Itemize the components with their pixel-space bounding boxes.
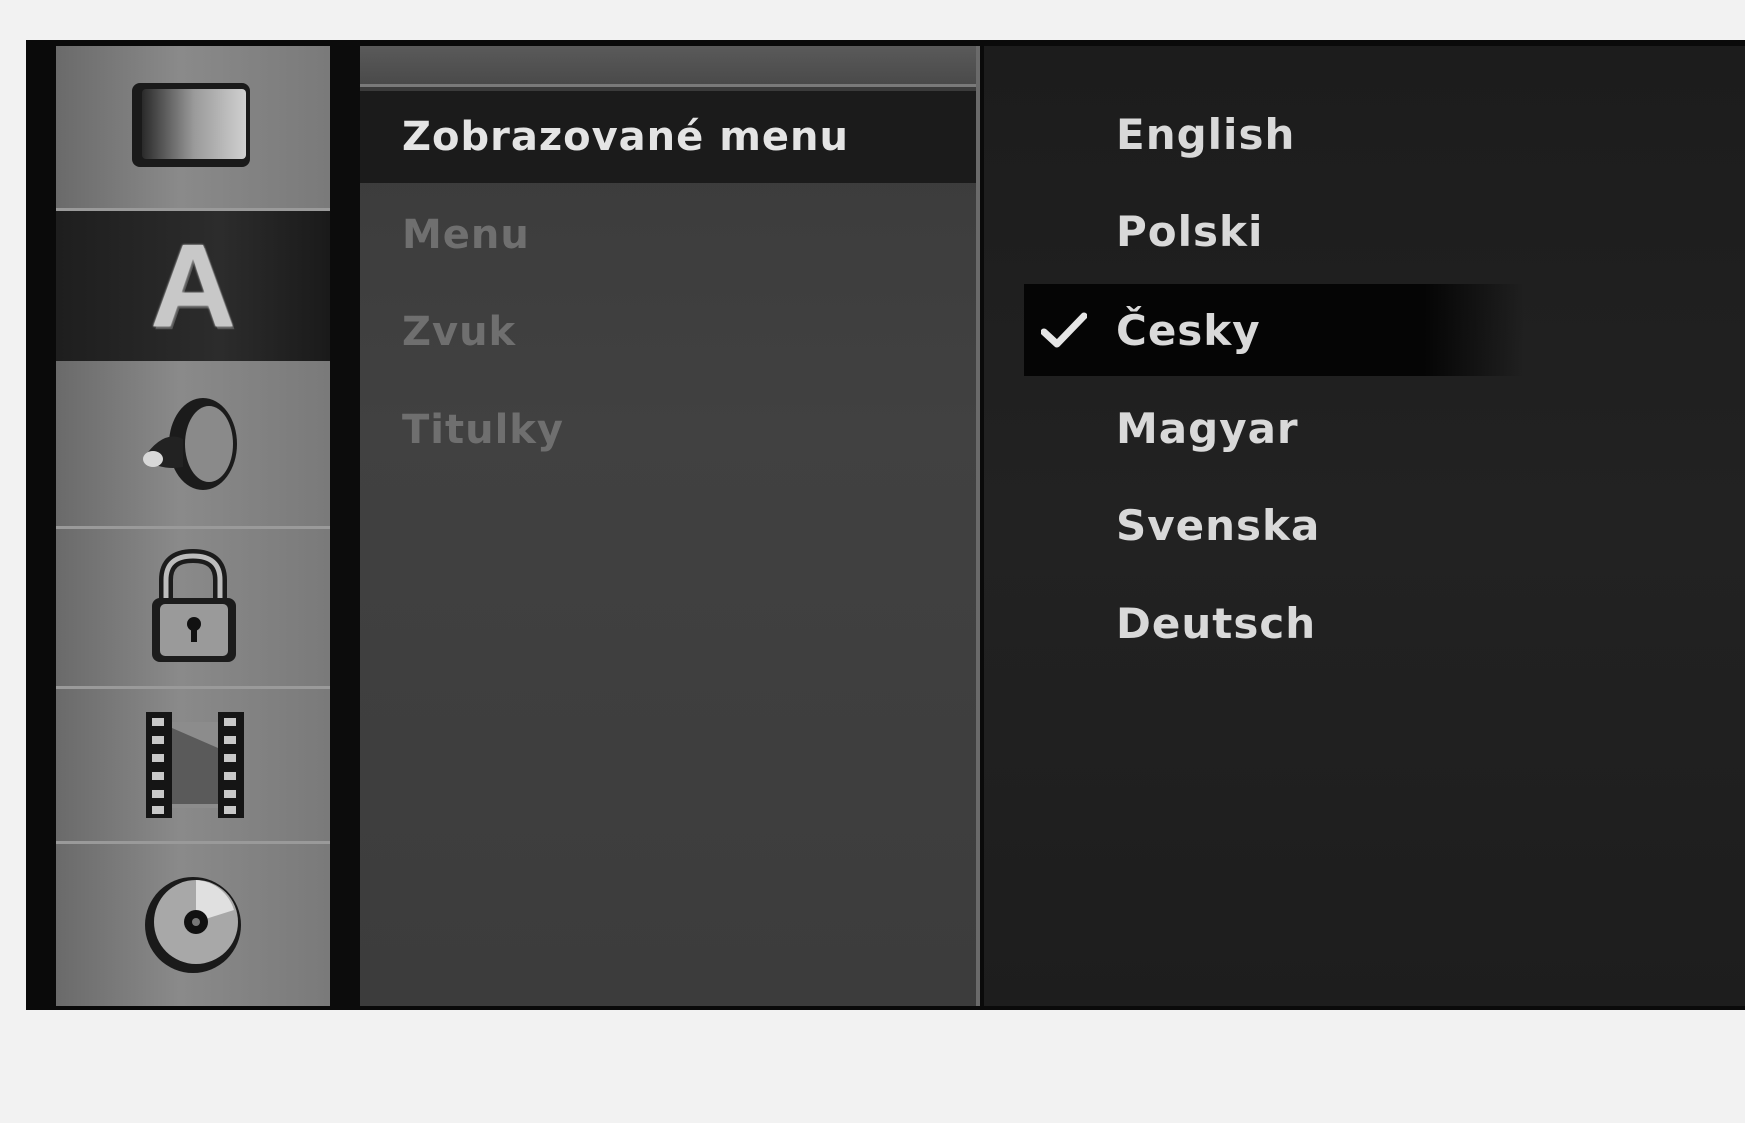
option-label: Česky — [1116, 305, 1261, 355]
option-label: English — [1116, 109, 1296, 159]
film-strip-icon — [146, 711, 244, 818]
option-english[interactable]: English — [1024, 88, 1524, 180]
lock-icon — [152, 548, 236, 662]
option-deutsch[interactable]: Deutsch — [1024, 577, 1524, 669]
menu-header-bar — [360, 46, 976, 87]
language-menu-column: Zobrazované menu Menu Zvuk Titulky — [360, 46, 980, 1006]
option-label: Svenska — [1116, 500, 1321, 550]
option-cesky[interactable]: Česky — [1024, 284, 1524, 376]
dvd-setup-screen: A Zobrazované menu Menu Zvuk Titulky Eng… — [26, 40, 1745, 1010]
tv-screen-icon — [132, 83, 250, 167]
disc-icon — [145, 877, 241, 973]
sidebar-item-audio[interactable] — [56, 361, 330, 529]
option-polski[interactable]: Polski — [1024, 185, 1524, 277]
sidebar-item-language[interactable]: A — [56, 211, 330, 361]
sidebar-item-display[interactable] — [56, 46, 330, 211]
language-letter-a-icon: A — [150, 220, 236, 352]
menu-item-menu[interactable]: Menu — [360, 189, 976, 281]
sidebar-item-disc[interactable] — [56, 844, 330, 1006]
sidebar-divider — [330, 40, 360, 1010]
menu-item-audio[interactable]: Zvuk — [360, 286, 976, 378]
checkmark-icon — [1041, 312, 1087, 348]
menu-item-display-menu[interactable]: Zobrazované menu — [360, 91, 976, 183]
sidebar-item-lock[interactable] — [56, 529, 330, 689]
speaker-audio-icon — [143, 397, 237, 490]
option-label: Magyar — [1116, 403, 1299, 453]
option-svenska[interactable]: Svenska — [1024, 479, 1524, 571]
option-label: Polski — [1116, 206, 1264, 256]
language-options-column: English Polski Česky Magyar Svenska Deut… — [984, 46, 1745, 1006]
sidebar-item-recording[interactable] — [56, 689, 330, 844]
option-label: Deutsch — [1116, 598, 1317, 648]
menu-item-subtitles[interactable]: Titulky — [360, 384, 976, 476]
option-magyar[interactable]: Magyar — [1024, 382, 1524, 474]
setup-category-sidebar: A — [56, 46, 330, 1006]
